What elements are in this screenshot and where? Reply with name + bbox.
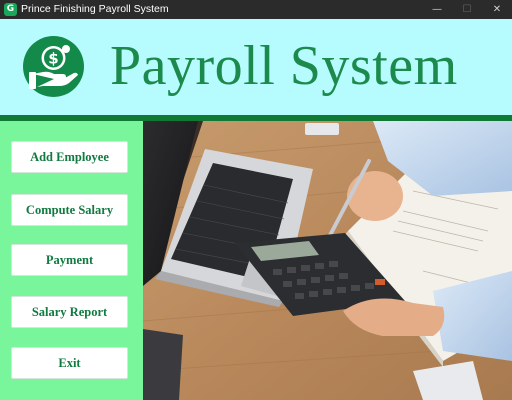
page-title: Payroll System	[110, 35, 458, 97]
add-employee-button[interactable]: Add Employee	[11, 141, 128, 173]
svg-text:$: $	[48, 50, 58, 68]
exit-button[interactable]: Exit	[11, 347, 128, 379]
app-header: $ Payroll System	[0, 19, 512, 115]
minimize-icon[interactable]: —	[422, 0, 452, 19]
sidebar: Add Employee Compute Salary Payment Sala…	[0, 121, 143, 400]
app-icon: G	[4, 3, 17, 16]
window-title: Prince Finishing Payroll System	[21, 3, 169, 15]
maximize-icon[interactable]: ☐	[452, 0, 482, 19]
close-icon[interactable]: ✕	[482, 0, 512, 19]
compute-salary-button[interactable]: Compute Salary	[11, 194, 128, 226]
laptop-calculator-photo	[143, 121, 512, 400]
salary-report-button[interactable]: Salary Report	[11, 296, 128, 328]
money-hand-icon: $	[23, 36, 84, 97]
payment-button[interactable]: Payment	[11, 244, 128, 276]
window-titlebar[interactable]: G Prince Finishing Payroll System — ☐ ✕	[0, 0, 512, 19]
